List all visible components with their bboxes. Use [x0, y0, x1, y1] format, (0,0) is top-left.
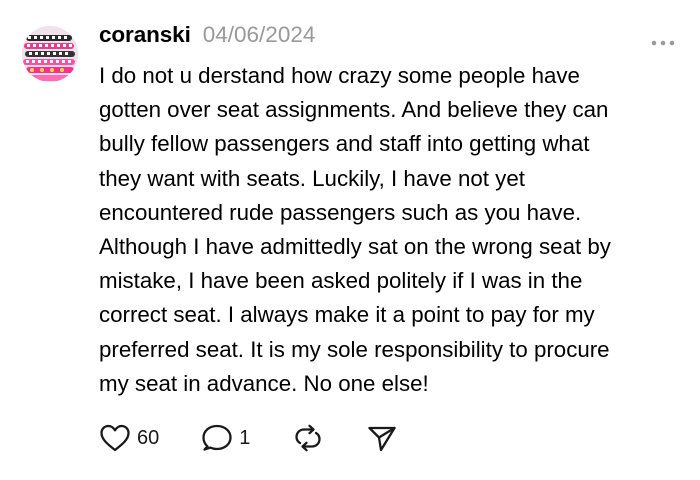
- comment-icon: [201, 423, 233, 453]
- repost-icon: [292, 423, 324, 453]
- share-button[interactable]: [366, 423, 398, 453]
- post-body: I do not u derstand how crazy some peopl…: [99, 63, 611, 396]
- comment-post: coranski 04/06/2024 I do not u derstand …: [0, 0, 700, 480]
- avatar-image: [22, 26, 78, 82]
- avatar[interactable]: [22, 26, 78, 82]
- repost-button[interactable]: [292, 423, 324, 453]
- post-date: 04/06/2024: [202, 22, 316, 47]
- more-options-icon[interactable]: [650, 34, 676, 46]
- post-header: coranski 04/06/2024: [99, 22, 315, 54]
- username[interactable]: coranski: [99, 22, 191, 48]
- send-icon: [366, 423, 398, 453]
- action-bar: 60 1: [99, 420, 398, 456]
- heart-icon: [99, 423, 131, 453]
- reply-button[interactable]: 1: [201, 423, 250, 453]
- like-button[interactable]: 60: [99, 423, 159, 453]
- reply-count: 1: [239, 426, 251, 449]
- like-count: 60: [137, 426, 160, 449]
